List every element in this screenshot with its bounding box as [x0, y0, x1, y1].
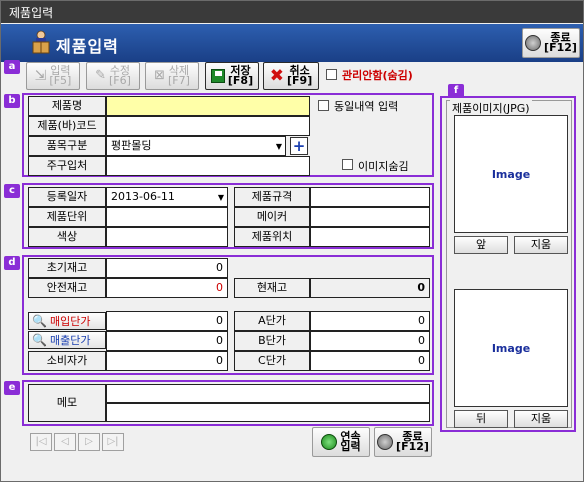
go-icon [321, 434, 338, 450]
category-select[interactable]: 평판몰딩 ▼ [106, 136, 286, 156]
prev-record-button[interactable]: ◁ [54, 433, 76, 451]
reg-date-value: 2013-06-11 [111, 190, 175, 203]
current-stock-value: 0 [310, 278, 430, 298]
hide-image-checkbox[interactable] [342, 159, 353, 170]
section-badge-a: a [4, 60, 20, 74]
image-front-delete-button[interactable]: 지움 [514, 236, 568, 254]
maker-input[interactable] [310, 207, 430, 227]
category-label: 품목구분 [28, 136, 106, 156]
last-record-button[interactable]: ▷| [102, 433, 124, 451]
a-price-input[interactable]: 0 [310, 311, 430, 331]
safety-stock-label: 안전재고 [28, 278, 106, 298]
next-record-button[interactable]: ▷ [78, 433, 100, 451]
unit-label: 제품단위 [28, 207, 106, 227]
image-back-button[interactable]: 뒤 [454, 410, 508, 428]
memo-label: 메모 [28, 384, 106, 422]
cancel-button[interactable]: ✖ 취소 [F9] [263, 62, 319, 90]
buy-price-button[interactable]: 🔍 매입단가 [28, 312, 106, 330]
section-badge-b: b [4, 94, 20, 108]
input-button[interactable]: ⇲ 입력 [F5] [26, 62, 80, 90]
initial-stock-input[interactable]: 0 [106, 258, 228, 278]
image-back-delete-button[interactable]: 지움 [514, 410, 568, 428]
image-panel-title: 제품이미지(JPG) [450, 100, 532, 116]
image-back-preview: Image [454, 289, 568, 407]
buy-price-input[interactable]: 0 [106, 311, 228, 331]
initial-stock-label: 초기재고 [28, 258, 106, 278]
edit-button[interactable]: ✎ 수정 [F6] [86, 62, 140, 90]
power-icon [377, 434, 394, 450]
product-box-icon [30, 30, 52, 54]
main-supplier-label: 주구입처 [28, 156, 106, 176]
product-name-label: 제품명 [28, 96, 106, 116]
magnifier-icon: 🔍 [32, 314, 47, 328]
c-price-input[interactable]: 0 [310, 351, 430, 371]
barcode-label: 제품(바)코드 [28, 116, 106, 136]
section-badge-e: e [4, 381, 20, 395]
consumer-price-input[interactable]: 0 [106, 351, 228, 371]
power-icon [525, 35, 542, 51]
same-history-label: 동일내역 입력 [334, 100, 399, 113]
memo-input-line2[interactable] [106, 403, 430, 422]
product-name-input[interactable] [106, 96, 310, 116]
main-supplier-input[interactable] [106, 156, 310, 176]
sell-price-input[interactable]: 0 [106, 331, 228, 351]
sell-price-button[interactable]: 🔍 매출단가 [28, 331, 106, 349]
section-badge-c: c [4, 184, 20, 198]
location-input[interactable] [310, 227, 430, 247]
consumer-price-label: 소비자가 [28, 351, 106, 371]
footer-close-button[interactable]: 종료 [F12] [374, 427, 432, 457]
admin-hide-label: 관리안함(숨김) [342, 69, 413, 82]
delete-button[interactable]: ⊠ 삭제 [F7] [145, 62, 199, 90]
save-disk-icon [210, 69, 225, 83]
first-record-button[interactable]: |◁ [30, 433, 52, 451]
color-label: 색상 [28, 227, 106, 247]
image-front-preview: Image [454, 115, 568, 233]
color-input[interactable] [106, 227, 228, 247]
maker-label: 메이커 [234, 207, 310, 227]
magnifier-icon: 🔍 [32, 333, 47, 347]
input-icon: ⇲ [34, 68, 47, 84]
image-front-button[interactable]: 앞 [454, 236, 508, 254]
location-label: 제품위치 [234, 227, 310, 247]
chevron-down-icon: ▼ [275, 142, 282, 151]
unit-input[interactable] [106, 207, 228, 227]
spec-label: 제품규격 [234, 187, 310, 207]
record-nav: |◁ ◁ ▷ ▷| [30, 433, 124, 451]
hide-image-label: 이미지숨김 [358, 160, 409, 173]
section-badge-d: d [4, 256, 20, 270]
continuous-input-button[interactable]: 연속 입력 [312, 427, 370, 457]
current-stock-label: 현재고 [234, 278, 310, 298]
window-titlebar: 제품입력 [1, 1, 583, 23]
save-button[interactable]: 저장 [F8] [205, 62, 259, 90]
b-price-label: B단가 [234, 331, 310, 351]
a-price-label: A단가 [234, 311, 310, 331]
window-title: 제품입력 [9, 6, 54, 20]
cancel-x-icon: ✖ [269, 66, 284, 86]
page-title: 제품입력 [56, 37, 119, 56]
spec-input[interactable] [310, 187, 430, 207]
header-close-button[interactable]: 종료 [F12] [522, 28, 580, 58]
chevron-down-icon: ▼ [217, 193, 224, 202]
barcode-input[interactable] [106, 116, 310, 136]
b-price-input[interactable]: 0 [310, 331, 430, 351]
delete-icon: ⊠ [154, 68, 165, 83]
memo-input-line1[interactable] [106, 384, 430, 403]
reg-date-label: 등록일자 [28, 187, 106, 207]
same-history-checkbox[interactable] [318, 100, 329, 111]
safety-stock-input[interactable]: 0 [106, 278, 228, 298]
category-select-value: 평판몰딩 [111, 139, 152, 152]
admin-hide-checkbox[interactable] [326, 69, 337, 80]
reg-date-picker[interactable]: 2013-06-11 ▼ [106, 187, 228, 207]
c-price-label: C단가 [234, 351, 310, 371]
add-category-button[interactable]: + [290, 137, 308, 155]
plus-icon: + [292, 137, 306, 155]
edit-icon: ✎ [95, 68, 106, 83]
